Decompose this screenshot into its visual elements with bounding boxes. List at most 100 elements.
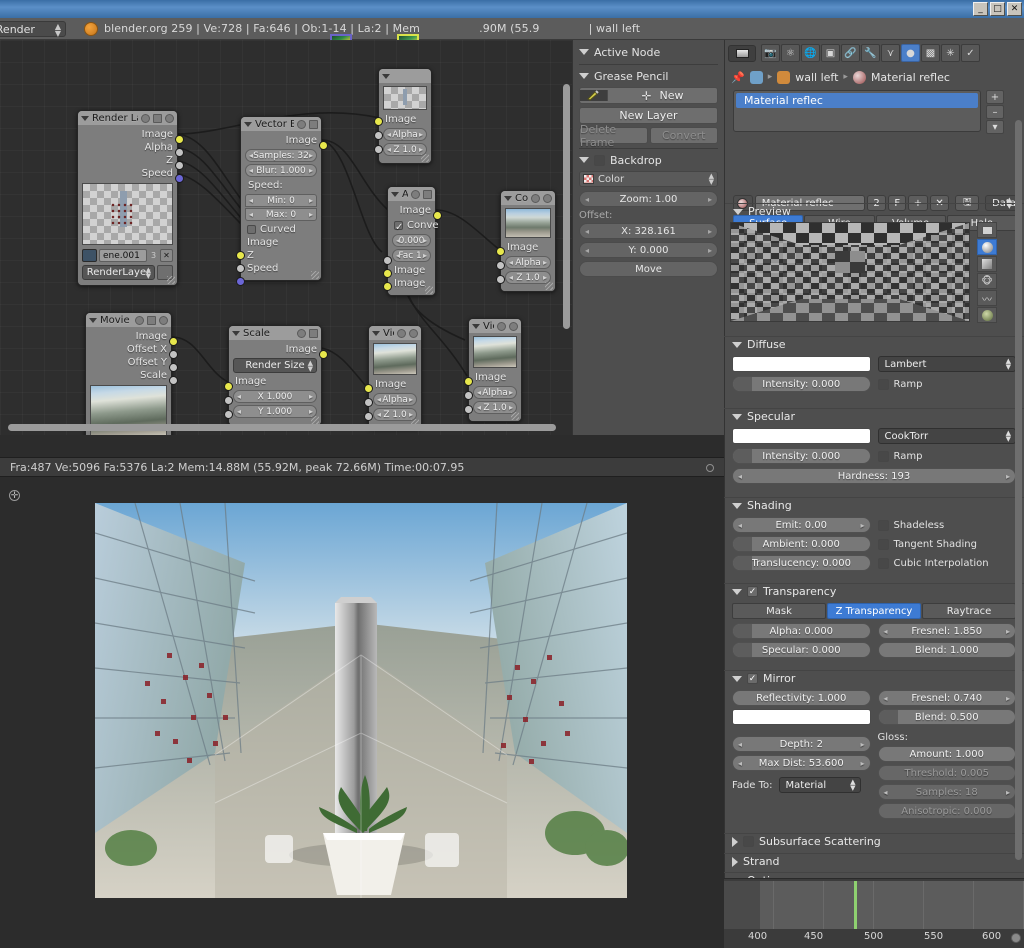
field-speed-min[interactable]: ◂ Min: 0 ▸ [245,194,317,207]
material-slot-list[interactable]: Material reflec [733,90,981,132]
diffuse-color-swatch[interactable] [732,356,871,372]
minimize-button[interactable]: _ [973,2,988,16]
section-backdrop[interactable]: Backdrop [579,152,718,168]
transparency-fresnel-field[interactable]: ◂ Fresnel: 1.850 ▸ [877,623,1016,639]
modifiers-tab[interactable]: 🔧 [861,44,880,62]
diffuse-intensity-field[interactable]: Intensity: 0.000 [732,376,871,392]
decrement-arrow-icon[interactable]: ◂ [884,627,888,636]
editor-type-selector[interactable]: er Render ▲▼ [0,21,66,38]
scene-row[interactable]: ene.001 3 ✕ [82,249,173,262]
decrement-arrow-icon[interactable]: ◂ [477,388,481,397]
socket-image-out[interactable] [175,135,184,144]
node-header[interactable]: Vector Blu [241,117,321,131]
material-tab[interactable]: ● [901,44,920,62]
node-resize-grip[interactable] [425,286,433,294]
layer-row[interactable]: RenderLayer ▲ ▼ [82,265,173,280]
socket-alpha-in[interactable] [464,391,473,400]
section-mirror-header[interactable]: ✓ Mirror [724,670,1024,686]
node-preview-icon[interactable] [147,315,156,325]
increment-arrow-icon[interactable]: ▸ [309,407,313,416]
node-viewer-right[interactable]: Vie Image ◂ Alpha ▸ ◂ Z 1.0 ▸ [464,318,522,422]
node-options-icon[interactable] [397,328,406,338]
decrement-arrow-icon[interactable]: ◂ [738,740,742,749]
decrement-arrow-icon[interactable]: ◂ [396,251,400,260]
field-fac[interactable]: ◂ Fac 1. ▸ [392,249,431,262]
increment-arrow-icon[interactable]: ▸ [419,145,423,154]
transparency-alpha-field[interactable]: Alpha: 0.000 [732,623,871,639]
socket-offsety-out[interactable] [169,363,178,372]
socket-image-in[interactable] [374,117,383,126]
increment-arrow-icon[interactable]: ▸ [419,130,423,139]
decrement-arrow-icon[interactable]: ◂ [249,210,253,219]
shading-translucency-field[interactable]: Translucency: 0.000 [732,555,871,571]
mirror-reflectivity-field[interactable]: Reflectivity: 1.000 [732,690,871,706]
node-header[interactable] [379,69,431,83]
decrement-arrow-icon[interactable]: ◂ [585,195,589,204]
section-transparency-header[interactable]: ✓ Transparency [724,583,1024,599]
increment-arrow-icon[interactable]: ▸ [309,166,313,175]
field-alpha[interactable]: ◂ Alpha ▸ [373,393,417,406]
specular-intensity-field[interactable]: Intensity: 0.000 [732,448,871,464]
collapse-triangle-icon[interactable] [732,502,742,509]
section-grease-pencil[interactable]: Grease Pencil [579,68,718,84]
remove-slot-button[interactable]: – [986,105,1004,119]
node-header[interactable]: Vie [369,326,421,340]
decrement-arrow-icon[interactable]: ◂ [396,236,400,245]
node-composite[interactable]: Co Image ◂ Alpha ▸ ◂ Z 1.0 ▸ [496,190,556,292]
node-viewer-left[interactable]: Vie Image ◂ Alpha ▸ ◂ Z 1.0 ▸ [364,325,422,429]
transparency-specular-field[interactable]: Specular: 0.000 [732,642,871,658]
node-header[interactable]: Co [501,191,555,205]
section-diffuse-header[interactable]: Diffuse [724,336,1024,352]
collapse-triangle-icon[interactable] [579,49,589,55]
checkbox-icon[interactable] [877,538,889,550]
timeline-scroll-knob[interactable] [1011,933,1021,943]
breadcrumb-material[interactable]: Material reflec [871,71,950,84]
decrement-arrow-icon[interactable]: ◂ [249,166,253,175]
transparency-mask-tab[interactable]: Mask [732,603,826,619]
socket-z-in[interactable] [464,405,473,414]
convert-button[interactable]: Convert [649,127,718,144]
node-scale[interactable]: Scale Image Render Size ▲ ▼ Image ◂ X 1.0… [224,325,328,426]
render-tab[interactable]: 📷 [761,44,780,62]
preview-sss-icon[interactable] [977,307,997,323]
decrement-arrow-icon[interactable]: ◂ [585,246,589,255]
section-sss-header[interactable]: Subsurface Scattering [724,833,1024,849]
gear-icon[interactable] [706,464,714,472]
mirror-maxdist-field[interactable]: ◂ Max Dist: 53.600 ▸ [732,755,871,771]
node-resize-grip[interactable] [167,276,175,284]
render-layer-dropdown[interactable]: RenderLayer ▲ ▼ [82,265,155,280]
decrement-arrow-icon[interactable]: ◂ [249,196,253,205]
scene-unlink-icon[interactable]: ✕ [160,249,173,262]
socket-image-in[interactable] [464,377,473,386]
transparency-checkbox[interactable]: ✓ [747,586,758,597]
collapse-triangle-icon[interactable] [81,115,89,121]
node-render-icon[interactable] [165,113,174,123]
increment-arrow-icon[interactable]: ▸ [409,410,413,419]
increment-arrow-icon[interactable]: ▸ [309,151,313,160]
increment-arrow-icon[interactable]: ▸ [509,388,513,397]
increment-arrow-icon[interactable]: ▸ [708,246,712,255]
socket-image-out[interactable] [319,141,328,150]
close-button[interactable]: ✕ [1007,2,1022,16]
sss-checkbox[interactable] [743,836,754,847]
socket-z-out[interactable] [175,161,184,170]
socket-z-in[interactable] [364,412,373,421]
transparency-ztransparency-tab[interactable]: Z Transparency [827,603,921,619]
scene-name-field[interactable]: ene.001 [99,249,147,262]
socket-image1-in[interactable] [383,269,392,278]
field-alpha[interactable]: ◂ Alpha ▸ [383,128,427,141]
node-vector-blur[interactable]: Vector Blu Image ◂ Samples: 32 ▸ ◂ Blur:… [236,116,328,286]
node-editor-vertical-scrollbar[interactable] [563,84,570,329]
decrement-arrow-icon[interactable]: ◂ [738,521,742,530]
transparency-blend-field[interactable]: Blend: 1.000 [877,642,1016,658]
collapse-triangle-icon[interactable] [579,73,589,79]
preview-flat-icon[interactable] [977,222,997,238]
node-options-icon[interactable] [411,189,420,199]
mirror-gloss-samples-field[interactable]: ◂ Samples: 18 ▸ [877,784,1016,800]
decrement-arrow-icon[interactable]: ◂ [477,403,481,412]
material-slot-item[interactable]: Material reflec [736,93,978,108]
constraints-tab[interactable]: 🔗 [841,44,860,62]
node-resize-grip[interactable] [421,154,429,162]
field-alpha[interactable]: ◂ Alpha ▸ [473,386,517,399]
properties-scrollbar[interactable] [1015,120,1022,860]
